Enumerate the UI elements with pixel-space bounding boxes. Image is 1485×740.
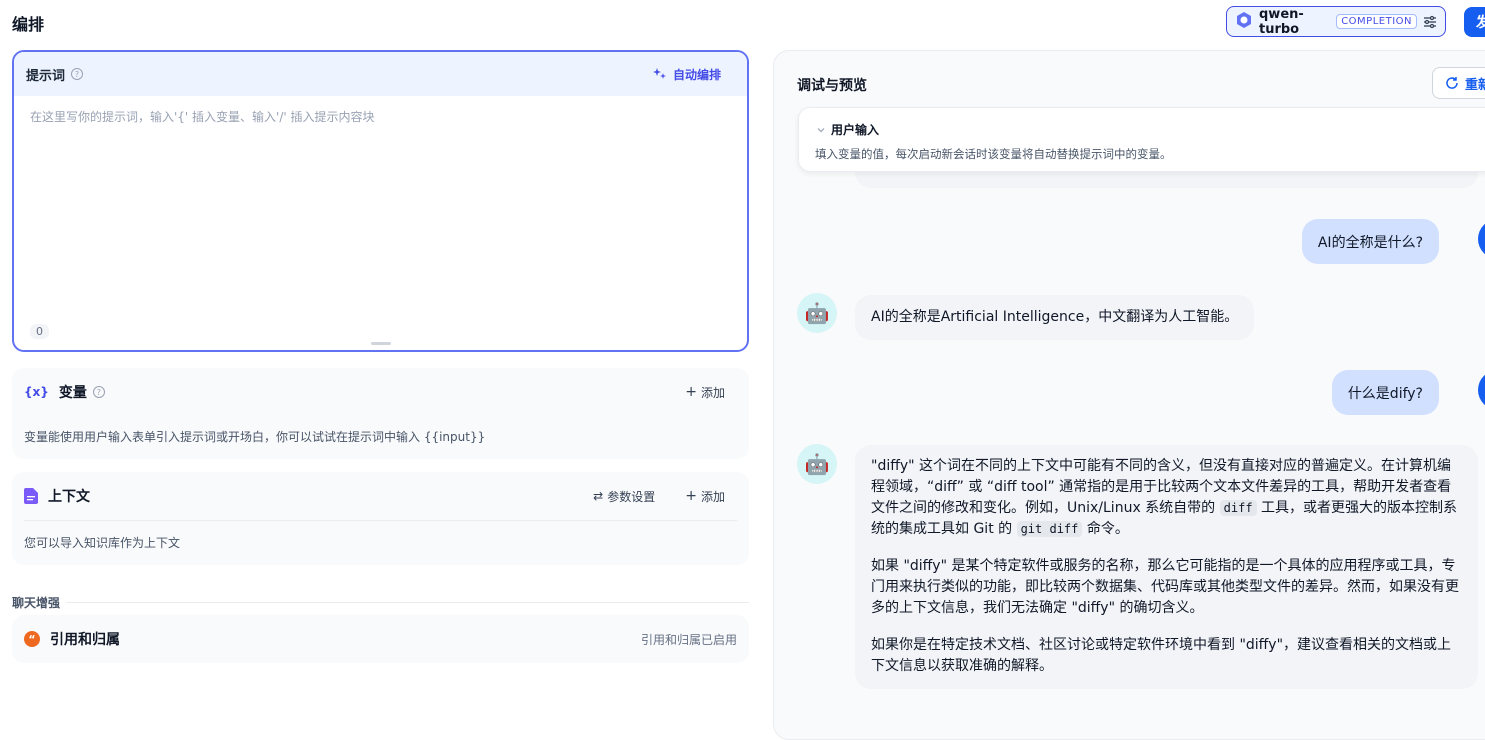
citation-status: 引用和归属已启用 [640, 632, 737, 647]
citation-title: 引用和归属 [50, 632, 120, 648]
context-card: 上下文 ⇄ 参数设置 + 添加 您可以导入知识库作为上下文 [12, 472, 749, 565]
inline-code: git diff [1016, 521, 1083, 537]
bot-avatar: 🤖 [797, 293, 837, 333]
plus-icon: + [685, 384, 697, 400]
message-paragraph: 如果你是在特定技术文档、社区讨论或特定软件环境中看到 "diffy"，建议查看相… [871, 637, 1452, 674]
prompt-editor: 提示词 ? 自动编排 0 [12, 50, 749, 352]
divider [24, 520, 737, 521]
prompt-input[interactable] [30, 108, 730, 308]
user-input-toggle[interactable]: 用户输入 [817, 121, 879, 138]
resize-handle[interactable] [371, 342, 391, 345]
user-message: AI的全称是什么? [1301, 219, 1439, 264]
restart-button[interactable]: 重新 [1432, 67, 1485, 99]
plus-icon: + [685, 488, 697, 504]
context-description: 您可以导入知识库作为上下文 [24, 536, 181, 550]
auto-arrange-label: 自动编排 [672, 67, 721, 82]
variables-card: {x} 变量 ? + 添加 变量能使用用户输入表单引入提示词或开场白，你可以试试… [12, 368, 749, 459]
model-name: qwen-turbo [1259, 6, 1304, 37]
variable-icon: {x} [24, 385, 49, 399]
refresh-icon [1445, 76, 1459, 90]
message-paragraph: "diffy" 这个词在不同的上下文中可能有不同的含义，但没有直接对应的普遍定义… [871, 456, 1462, 540]
restart-label: 重新 [1465, 77, 1485, 93]
settings-toggle-icon: ⇄ [593, 489, 604, 503]
message-paragraph: 如果 "diffy" 是某个特定软件或服务的名称，那么它可能指的是一个具体的应用… [871, 558, 1459, 616]
model-provider-icon [1235, 11, 1253, 33]
user-message: 什么是dify? [1331, 370, 1439, 415]
param-settings-label: 参数设置 [607, 489, 656, 504]
document-icon [24, 488, 38, 504]
help-icon[interactable]: ? [92, 386, 105, 398]
user-input-card: 用户输入 填入变量的值，每次启动新会话时该变量将自动替换提示词中的变量。 [798, 107, 1485, 172]
quote-icon: “ [24, 631, 40, 647]
citation-card[interactable]: “ 引用和归属 引用和归属已启用 [12, 615, 749, 663]
sliders-icon[interactable] [1423, 15, 1437, 29]
add-variable-label: 添加 [700, 385, 725, 400]
add-variable-button[interactable]: + 添加 [685, 384, 725, 401]
page-title: 编排 [12, 15, 45, 34]
debug-title: 调试与预览 [797, 78, 867, 94]
chat-enhance-label: 聊天增强 [12, 596, 61, 610]
sparkle-icon [652, 67, 667, 81]
user-input-title: 用户输入 [831, 123, 880, 137]
auto-arrange-button[interactable]: 自动编排 [652, 66, 721, 83]
chevron-down-icon [817, 126, 825, 134]
bot-avatar: 🤖 [797, 444, 837, 484]
param-settings-button[interactable]: ⇄ 参数设置 [593, 488, 655, 505]
robot-icon: 🤖 [804, 452, 830, 476]
help-icon[interactable]: ? [71, 68, 84, 80]
robot-icon: 🤖 [804, 301, 830, 325]
divider [66, 602, 749, 603]
assistant-message: "diffy" 这个词在不同的上下文中可能有不同的含义，但没有直接对应的普遍定义… [855, 445, 1478, 689]
model-selector[interactable]: qwen-turbo COMPLETION [1226, 6, 1446, 37]
prompt-header: 提示词 ? 自动编排 [14, 52, 747, 96]
char-count: 0 [30, 324, 49, 339]
model-mode-badge: COMPLETION [1336, 14, 1417, 29]
variables-description: 变量能使用用户输入表单引入提示词或开场白，你可以试试在提示词中输入 {{inpu… [24, 430, 486, 444]
assistant-message: AI的全称是Artificial Intelligence，中文翻译为人工智能。 [855, 295, 1255, 340]
inline-code: diff [1219, 500, 1257, 516]
add-context-label: 添加 [700, 489, 725, 504]
variables-title: 变量 [58, 385, 87, 401]
add-context-button[interactable]: + 添加 [685, 488, 725, 505]
context-title: 上下文 [48, 489, 90, 505]
user-input-description: 填入变量的值，每次启动新会话时该变量将自动替换提示词中的变量。 [815, 147, 1172, 161]
prompt-title: 提示词 [26, 68, 66, 84]
publish-button[interactable]: 发 [1464, 7, 1485, 37]
text-span: 命令。 [1082, 521, 1129, 537]
